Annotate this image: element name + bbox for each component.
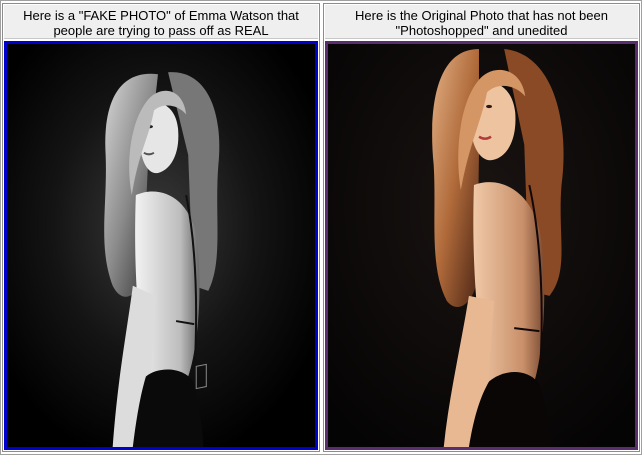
comparison-table: Here is a "FAKE PHOTO" of Emma Watson th… [0, 0, 642, 455]
original-photo-caption: Here is the Original Photo that has not … [325, 5, 638, 39]
panel-original: Here is the Original Photo that has not … [323, 3, 640, 452]
fake-photo-image [7, 44, 315, 447]
fake-photo-caption: Here is a "FAKE PHOTO" of Emma Watson th… [4, 5, 318, 39]
original-photo [325, 41, 638, 450]
original-photo-image [328, 44, 635, 447]
panel-fake: Here is a "FAKE PHOTO" of Emma Watson th… [2, 3, 320, 452]
fake-photo [4, 41, 318, 450]
